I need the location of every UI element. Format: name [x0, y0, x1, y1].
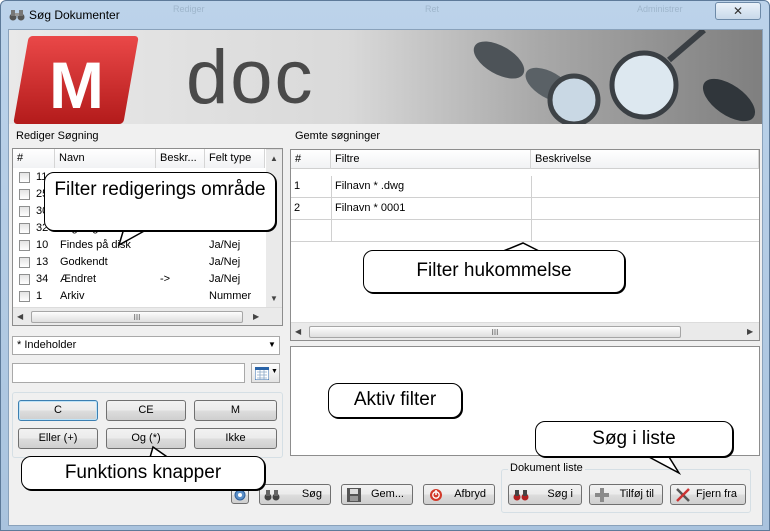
filter-memory-callout: Filter hukommelse — [363, 250, 625, 293]
function-buttons-callout: Funktions knapper — [21, 456, 265, 490]
search-list-callout: Søg i liste — [535, 421, 733, 457]
active-filter-callout: Aktiv filter — [328, 383, 462, 418]
filter-edit-callout: Filter redigerings område — [44, 172, 276, 231]
app-window: Søg Dokumenter Rediger Ret Administrer ✕… — [0, 0, 770, 531]
